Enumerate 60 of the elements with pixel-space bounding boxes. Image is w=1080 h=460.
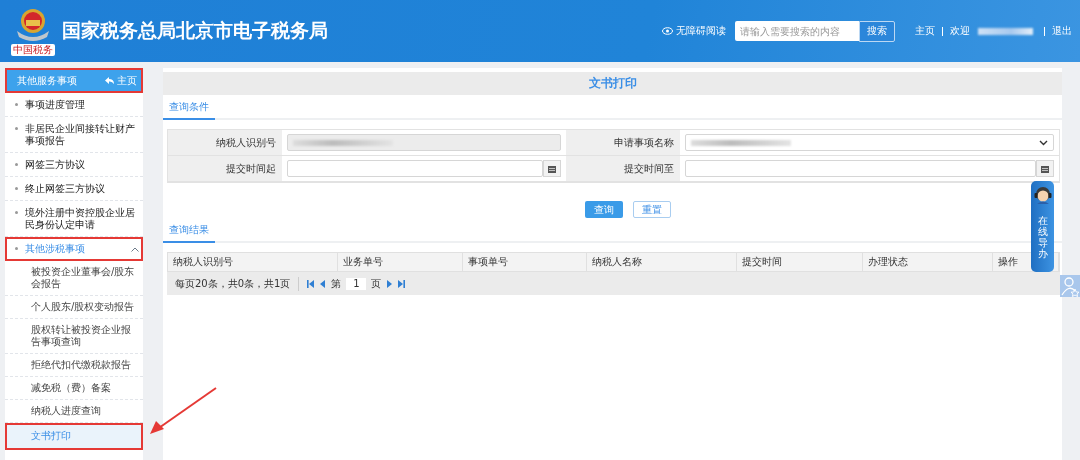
- calendar-button[interactable]: [543, 160, 561, 177]
- date-field[interactable]: [287, 160, 543, 177]
- sidebar-subitem[interactable]: 减免税（费）备案: [5, 377, 143, 400]
- bullet-icon: [15, 127, 18, 130]
- bullet-icon: [15, 187, 18, 190]
- bullet-icon: [15, 103, 18, 106]
- eye-icon: [662, 27, 673, 35]
- calendar-icon: [548, 164, 556, 173]
- column-header: 事项单号: [463, 253, 587, 271]
- site-title: 国家税务总局北京市电子税务局: [62, 18, 328, 43]
- last-page-icon[interactable]: [397, 279, 406, 288]
- page-prefix: 第: [331, 276, 342, 291]
- select-field[interactable]: [685, 134, 1054, 151]
- search-field[interactable]: 请输入需要搜索的内容: [735, 21, 859, 41]
- sidebar-item[interactable]: 网签三方协议: [5, 153, 143, 177]
- sidebar-subitem[interactable]: 个人股东/股权变动报告: [5, 296, 143, 319]
- reset-button[interactable]: 重置: [632, 201, 671, 218]
- date-field[interactable]: [685, 160, 1036, 177]
- sidebar-item[interactable]: 其他涉税事项: [5, 237, 143, 261]
- previous-page-icon[interactable]: [320, 279, 327, 288]
- chevron-icon: [1039, 139, 1048, 146]
- field-label: 纳税人识别号: [168, 130, 282, 156]
- bullet-icon: [15, 211, 18, 214]
- pager-summary: 每页20条，共0条，共1页: [175, 276, 291, 291]
- next-page-icon[interactable]: [386, 279, 393, 288]
- annotation-arrow: [150, 387, 217, 434]
- page-suffix: 页: [371, 276, 382, 291]
- bullet-icon: [15, 247, 18, 250]
- reply-icon: [105, 77, 114, 84]
- sidebar-item[interactable]: 境外注册中资控股企业居民身份认定申请: [5, 201, 143, 237]
- field-label: 提交时间起: [168, 156, 282, 182]
- column-header: 纳税人识别号: [168, 253, 338, 271]
- field-label: 提交时间至: [566, 156, 680, 182]
- welcome-text: 欢迎: [950, 24, 970, 38]
- accessibility-link[interactable]: 无障碍阅读: [662, 24, 726, 38]
- sidebar-item[interactable]: 非居民企业间接转让财产事项报告: [5, 117, 143, 153]
- sidebar-subitem[interactable]: 股权转让被投资企业报告事项查询: [5, 319, 143, 354]
- sidebar-subitem[interactable]: 拒绝代扣代缴税款报告: [5, 354, 143, 377]
- column-header: 纳税人名称: [587, 253, 737, 271]
- sidebar-item[interactable]: 终止网签三方协议: [5, 177, 143, 201]
- bullet-icon: [15, 163, 18, 166]
- column-header: 提交时间: [737, 253, 863, 271]
- section-tab[interactable]: 查询结果: [163, 223, 215, 243]
- column-header: 业务单号: [338, 253, 463, 271]
- first-page-icon[interactable]: [307, 279, 316, 288]
- sidebar-item[interactable]: 事项进度管理: [5, 93, 143, 117]
- calendar-button[interactable]: [1036, 160, 1054, 177]
- page-title: 文书打印: [588, 75, 637, 92]
- page-field[interactable]: 1: [346, 277, 367, 290]
- calendar-icon: [1041, 164, 1049, 173]
- redacted-name: [978, 27, 1033, 35]
- sidebar-title: 其他服务事项: [17, 73, 77, 88]
- column-header: 办理状态: [863, 253, 993, 271]
- logo-text: 中国税务: [11, 43, 55, 56]
- online-guide-button[interactable]: 在线导办: [1031, 181, 1054, 272]
- field-label: 申请事项名称: [566, 130, 680, 156]
- sidebar-subitem[interactable]: 被投资企业董事会/股东会报告: [5, 261, 143, 296]
- section-tab[interactable]: 查询条件: [163, 100, 215, 120]
- search-button[interactable]: 搜索: [859, 20, 895, 42]
- headset-figure-icon: [1033, 185, 1052, 205]
